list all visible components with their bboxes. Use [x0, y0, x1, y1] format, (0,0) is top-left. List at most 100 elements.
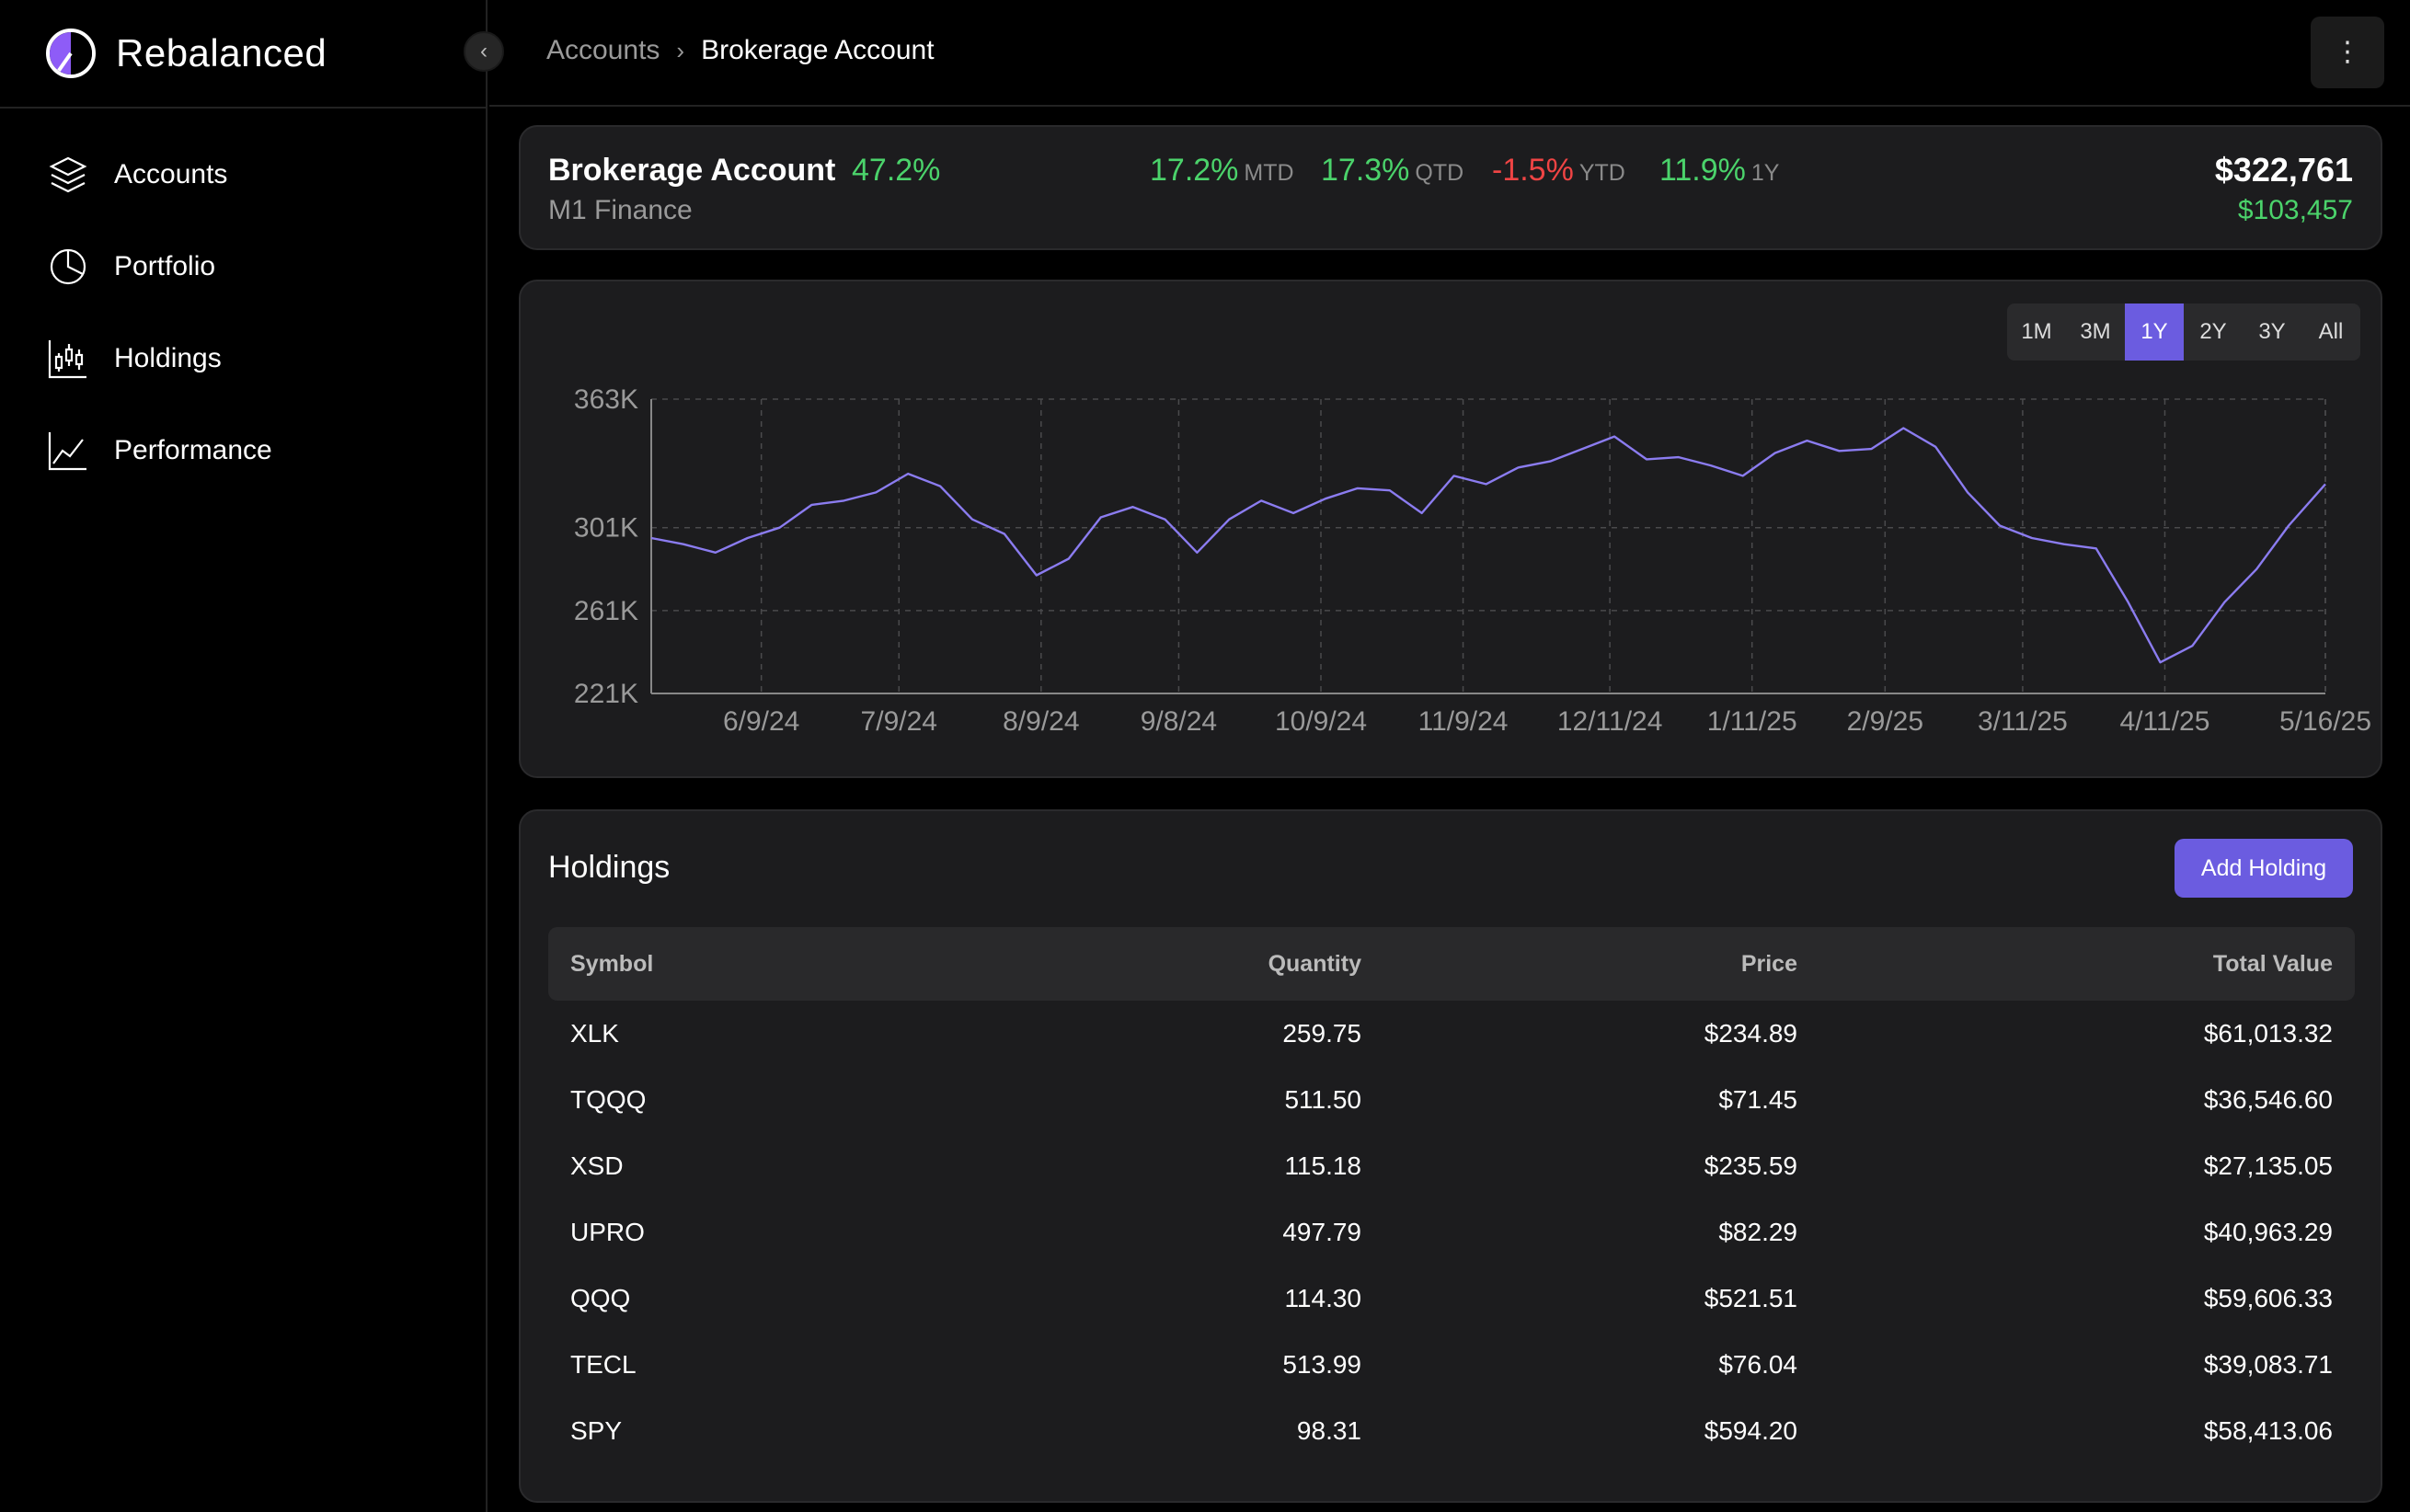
pie-chart-icon — [50, 248, 86, 285]
range-tab-3m[interactable]: 3M — [2066, 304, 2125, 361]
cell-total-value: $40,963.29 — [2203, 1218, 2333, 1246]
cell-symbol: XLK — [570, 1019, 619, 1048]
more-options-button[interactable]: ⋮ — [2311, 17, 2384, 88]
cell-quantity: 513.99 — [1282, 1350, 1361, 1379]
metric-label: YTD — [1578, 160, 1625, 186]
holdings-card: Holdings Add Holding Symbol Quantity Pri… — [519, 809, 2382, 1503]
cell-quantity: 115.18 — [1284, 1151, 1361, 1180]
sidebar-divider — [0, 107, 488, 109]
range-tab-1y[interactable]: 1Y — [2125, 304, 2184, 361]
cell-total-value: $59,606.33 — [2203, 1284, 2333, 1312]
table-row[interactable]: TECL 513.99 $76.04 $39,083.71 — [548, 1332, 2355, 1398]
holdings-title: Holdings — [548, 850, 671, 885]
series-line — [650, 427, 2326, 664]
cell-symbol: UPRO — [570, 1218, 645, 1246]
cell-symbol: TECL — [570, 1350, 637, 1379]
layers-icon — [49, 156, 87, 193]
cell-price: $234.89 — [1704, 1019, 1797, 1048]
rebalanced-logo-icon — [46, 29, 96, 78]
y-tick-label: 261K — [574, 596, 638, 626]
cell-total-value: $61,013.32 — [2203, 1019, 2333, 1048]
sidebar-item-label: Portfolio — [114, 251, 216, 281]
column-header-symbol[interactable]: Symbol — [548, 951, 935, 978]
cell-total-value: $36,546.60 — [2203, 1085, 2333, 1114]
cell-quantity: 114.30 — [1284, 1284, 1361, 1312]
metric-label: 1Y — [1750, 160, 1780, 186]
metric-qtd: 17.3% QTD — [1321, 153, 1463, 189]
metric-value: 17.3% — [1321, 153, 1410, 188]
sidebar-item-label: Performance — [114, 435, 272, 465]
sidebar-item-label: Holdings — [114, 343, 222, 373]
metric-ytd: -1.5% YTD — [1492, 153, 1625, 189]
x-tick-label: 12/11/24 — [1557, 706, 1663, 737]
x-tick-label: 7/9/24 — [861, 706, 937, 737]
account-gain: $103,457 — [2237, 195, 2353, 225]
account-name: Brokerage Account — [548, 153, 836, 188]
topbar: Accounts › Brokerage Account ⋮ — [489, 0, 2410, 107]
account-summary-card: Brokerage Account 47.2% M1 Finance 17.2%… — [519, 125, 2382, 250]
cell-total-value: $39,083.71 — [2203, 1350, 2333, 1379]
x-tick-label: 11/9/24 — [1418, 706, 1509, 737]
sidebar-item-portfolio[interactable]: Portfolio — [46, 245, 272, 289]
chevron-left-icon: ‹ — [480, 39, 488, 63]
cell-symbol: QQQ — [570, 1284, 631, 1312]
breadcrumb-current: Brokerage Account — [701, 35, 935, 65]
add-holding-button[interactable]: Add Holding — [2175, 839, 2353, 898]
cell-total-value: $27,135.05 — [2203, 1151, 2333, 1180]
account-institution: M1 Finance — [548, 195, 693, 225]
breadcrumb-accounts-link[interactable]: Accounts — [546, 35, 660, 66]
cell-symbol: XSD — [570, 1151, 624, 1180]
sidebar-item-accounts[interactable]: Accounts — [46, 153, 272, 197]
metric-1y: 11.9% 1Y — [1659, 153, 1779, 189]
range-tab-all[interactable]: All — [2301, 304, 2360, 361]
cell-price: $594.20 — [1704, 1416, 1797, 1445]
table-header: Symbol Quantity Price Total Value — [548, 927, 2355, 1001]
cell-price: $521.51 — [1704, 1284, 1797, 1312]
metric-value: 17.2% — [1150, 153, 1239, 188]
column-header-quantity[interactable]: Quantity — [935, 951, 1361, 978]
sidebar-item-performance[interactable]: Performance — [46, 429, 272, 473]
column-header-price[interactable]: Price — [1361, 951, 1797, 978]
cell-quantity: 98.31 — [1296, 1416, 1361, 1445]
table-row[interactable]: SPY 98.31 $594.20 $58,413.06 — [548, 1398, 2355, 1464]
sidebar-item-holdings[interactable]: Holdings — [46, 337, 272, 381]
candlestick-icon — [48, 340, 86, 379]
y-tick-label: 301K — [574, 513, 638, 544]
table-row[interactable]: XLK 259.75 $234.89 $61,013.32 — [548, 1001, 2355, 1067]
account-total-value: $322,761 — [2214, 151, 2353, 189]
sidebar-item-label: Accounts — [114, 159, 228, 189]
table-row[interactable]: TQQQ 511.50 $71.45 $36,546.60 — [548, 1067, 2355, 1133]
metric-value: -1.5% — [1492, 153, 1574, 188]
range-tab-2y[interactable]: 2Y — [2184, 304, 2243, 361]
line-chart-icon — [48, 432, 86, 471]
cell-symbol: TQQQ — [570, 1085, 647, 1114]
table-row[interactable]: XSD 115.18 $235.59 $27,135.05 — [548, 1133, 2355, 1199]
y-tick-label: 221K — [574, 679, 638, 709]
range-tab-1m[interactable]: 1M — [2007, 304, 2066, 361]
cell-total-value: $58,413.06 — [2203, 1416, 2333, 1445]
sidebar-nav: Accounts Portfolio Holdings Performance — [46, 153, 272, 473]
table-row[interactable]: UPRO 497.79 $82.29 $40,963.29 — [548, 1199, 2355, 1266]
holdings-table: Symbol Quantity Price Total Value XLK 25… — [548, 927, 2355, 1464]
cell-price: $71.45 — [1718, 1085, 1797, 1114]
account-return: 47.2% — [852, 153, 941, 188]
metric-label: MTD — [1244, 160, 1294, 186]
table-row[interactable]: QQQ 114.30 $521.51 $59,606.33 — [548, 1266, 2355, 1332]
brand[interactable]: Rebalanced — [46, 26, 327, 81]
x-tick-label: 5/16/25 — [2279, 706, 2371, 737]
metric-value: 11.9% — [1659, 153, 1746, 188]
column-header-total-value[interactable]: Total Value — [1797, 951, 2355, 978]
sidebar: Rebalanced Accounts Portfolio Holdings P… — [0, 0, 488, 1512]
x-tick-label: 1/11/25 — [1707, 706, 1797, 737]
cell-symbol: SPY — [570, 1416, 623, 1445]
metric-label: QTD — [1415, 160, 1464, 186]
x-tick-label: 8/9/24 — [1003, 706, 1079, 737]
cell-price: $82.29 — [1718, 1218, 1797, 1246]
performance-chart-card: 221K 261K 301K 363K 6/9/24 7/9/24 8/9/24 9/8/24… — [519, 280, 2382, 778]
breadcrumb: Accounts › Brokerage Account — [546, 35, 935, 66]
more-vertical-icon: ⋮ — [2334, 37, 2361, 67]
x-tick-label: 4/11/25 — [2120, 706, 2210, 737]
x-tick-label: 6/9/24 — [723, 706, 799, 737]
range-tabs: 1M 3M 1Y 2Y 3Y All — [2007, 304, 2360, 361]
range-tab-3y[interactable]: 3Y — [2243, 304, 2301, 361]
